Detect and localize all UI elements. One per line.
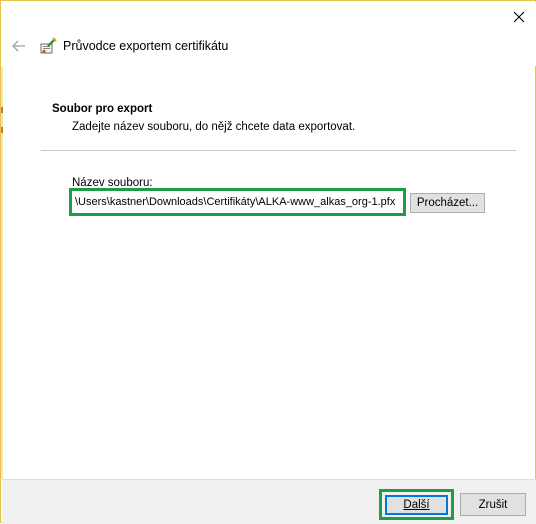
- browse-button-label: Procházet...: [416, 197, 479, 209]
- filename-highlight-frame: [69, 188, 406, 216]
- title-bar: Průvodce exportem certifikátu: [2, 2, 536, 66]
- next-button[interactable]: Další: [385, 495, 448, 515]
- certificate-wizard-icon: [40, 37, 57, 54]
- background-edge-mark: [1, 107, 3, 113]
- cancel-button-label: Zrušit: [478, 498, 508, 511]
- close-icon: [513, 11, 525, 23]
- back-button[interactable]: [10, 37, 28, 55]
- filename-input[interactable]: [75, 194, 400, 210]
- back-arrow-icon: [12, 40, 25, 52]
- section-description: Zadejte název souboru, do nějž chcete da…: [72, 121, 356, 133]
- separator: [41, 150, 516, 151]
- next-button-label: Další: [403, 499, 430, 511]
- section-title: Soubor pro export: [52, 103, 153, 115]
- browse-button[interactable]: Procházet...: [410, 193, 485, 213]
- background-window-edge: [1, 67, 3, 479]
- footer-bar: [2, 479, 536, 524]
- cancel-button[interactable]: Zrušit: [460, 493, 526, 516]
- window-title: Průvodce exportem certifikátu: [63, 39, 229, 53]
- wizard-window: Průvodce exportem certifikátu Soubor pro…: [0, 0, 536, 524]
- close-button[interactable]: [508, 6, 530, 28]
- background-edge-mark: [1, 127, 3, 133]
